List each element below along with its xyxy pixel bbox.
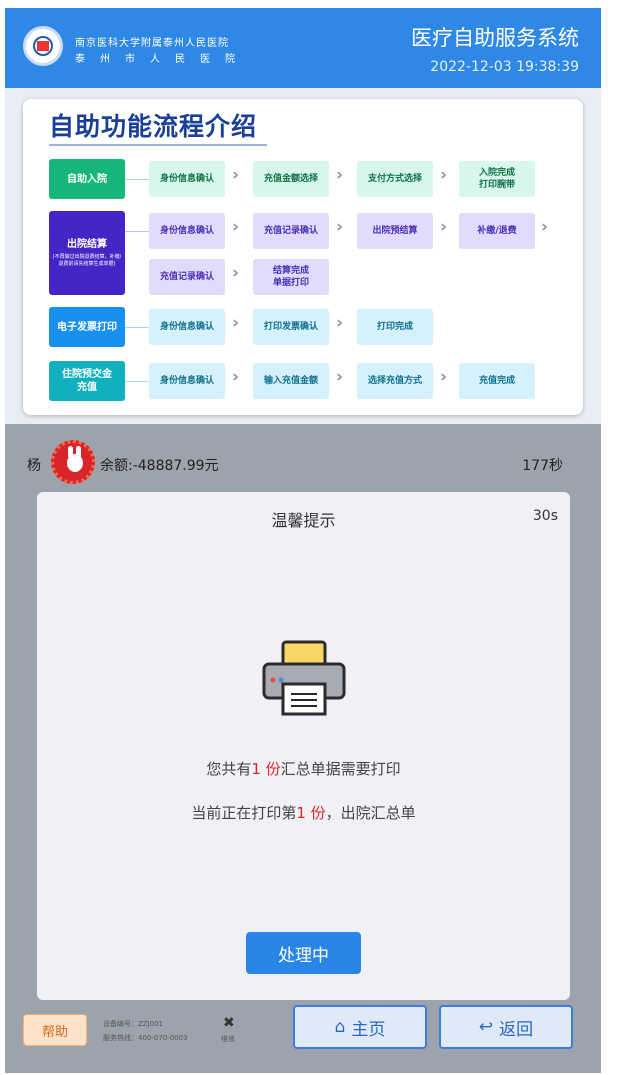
chevron-right-icon: › bbox=[541, 217, 549, 237]
step-identity-confirm: 身份信息确认 bbox=[149, 213, 225, 249]
print-count-message: 您共有1 份汇总单据需要打印 bbox=[206, 760, 401, 778]
repair-label: 维修 bbox=[221, 1035, 235, 1043]
device-number: 设备编号：ZZJ001 bbox=[103, 1020, 164, 1028]
chevron-right-icon: › bbox=[232, 165, 240, 185]
session-countdown: 177秒 bbox=[522, 458, 563, 474]
chevron-right-icon: › bbox=[232, 217, 240, 237]
step-input-amount: 输入充值金额 bbox=[253, 363, 329, 399]
service-hotline: 服务热线：400-070-0003 bbox=[103, 1034, 188, 1042]
step-recharge-method: 选择充值方式 bbox=[357, 363, 433, 399]
system-title: 医疗自助服务系统 bbox=[411, 26, 579, 50]
header-bar: 南京医科大学附属泰州人民医院 泰州市人民医院 医疗自助服务系统 2022-12-… bbox=[5, 8, 601, 88]
patient-name: 杨 bbox=[27, 458, 41, 474]
home-icon: ⌂ bbox=[334, 1017, 346, 1037]
category-invoice-print: 电子发票打印 bbox=[49, 307, 125, 347]
dialog-countdown: 30s bbox=[532, 508, 558, 524]
rabbit-avatar-icon bbox=[51, 440, 95, 484]
device-info: 设备编号：ZZJ001 服务热线：400-070-0003 bbox=[103, 1017, 188, 1045]
dialog-title: 温馨提示 bbox=[271, 511, 336, 530]
chevron-right-icon: › bbox=[440, 165, 448, 185]
category-discharge: 出院结算 (不再做过出院退费结算，补缴/退费前请先结算生成单据) bbox=[49, 211, 125, 295]
chevron-right-icon: › bbox=[232, 313, 240, 333]
chevron-right-icon: › bbox=[336, 217, 344, 237]
step-admission-done: 入院完成 打印腕带 bbox=[459, 161, 535, 197]
hospital-name: 南京医科大学附属泰州人民医院 bbox=[75, 38, 229, 49]
kiosk-screen: 南京医科大学附属泰州人民医院 泰州市人民医院 医疗自助服务系统 2022-12-… bbox=[5, 8, 601, 1073]
chevron-right-icon: › bbox=[232, 263, 240, 283]
hospital-sub-name: 泰州市人民医院 bbox=[75, 54, 250, 65]
step-identity-confirm: 身份信息确认 bbox=[149, 363, 225, 399]
wrench-icon[interactable]: ✖ bbox=[223, 1015, 235, 1031]
flow-title: 自助功能流程介绍 bbox=[49, 112, 258, 141]
footer-bar: 帮助 设备编号：ZZJ001 服务热线：400-070-0003 ✖ 维修 ⌂ … bbox=[5, 1003, 601, 1073]
step-payment-method: 支付方式选择 bbox=[357, 161, 433, 197]
print-progress-message: 当前正在打印第1 份，出院汇总单 bbox=[191, 804, 416, 822]
step-pre-settlement: 出院预结算 bbox=[357, 213, 433, 249]
flow-intro-card: 自助功能流程介绍 自助入院 身份信息确认 › 充值金额选择 › 支付方式选择 ›… bbox=[23, 99, 583, 415]
chevron-right-icon: › bbox=[440, 367, 448, 387]
step-recharge-record-2: 充值记录确认 bbox=[149, 259, 225, 295]
chevron-right-icon: › bbox=[440, 217, 448, 237]
home-button[interactable]: ⌂ 主页 bbox=[293, 1005, 427, 1049]
category-admission: 自助入院 bbox=[49, 159, 125, 199]
step-invoice-confirm: 打印发票确认 bbox=[253, 309, 329, 345]
processing-button[interactable]: 处理中 bbox=[246, 932, 361, 974]
step-identity-confirm: 身份信息确认 bbox=[149, 161, 225, 197]
step-refund: 补缴/退费 bbox=[459, 213, 535, 249]
hospital-logo bbox=[23, 26, 63, 66]
step-print-done: 打印完成 bbox=[357, 309, 433, 345]
datetime: 2022-12-03 19:38:39 bbox=[430, 59, 579, 75]
category-deposit-recharge: 住院预交金 充值 bbox=[49, 361, 125, 401]
print-dialog: 温馨提示 30s 您共有1 份汇总单据需要打印 当前正在打印第1 份，出院汇总单… bbox=[37, 492, 570, 1000]
printer-icon bbox=[262, 640, 346, 716]
back-button[interactable]: ↩ 返回 bbox=[439, 1005, 573, 1049]
patient-balance: 余额:-48887.99元 bbox=[100, 458, 219, 474]
step-recharge-done: 充值完成 bbox=[459, 363, 535, 399]
help-button[interactable]: 帮助 bbox=[23, 1014, 87, 1046]
chevron-right-icon: › bbox=[232, 367, 240, 387]
step-identity-confirm: 身份信息确认 bbox=[149, 309, 225, 345]
title-divider bbox=[49, 144, 267, 146]
step-recharge-record: 充值记录确认 bbox=[253, 213, 329, 249]
chevron-right-icon: › bbox=[336, 165, 344, 185]
back-arrow-icon: ↩ bbox=[478, 1017, 494, 1037]
chevron-right-icon: › bbox=[336, 367, 344, 387]
chevron-right-icon: › bbox=[336, 313, 344, 333]
step-settlement-print: 结算完成 单据打印 bbox=[253, 259, 329, 295]
step-amount-select: 充值金额选择 bbox=[253, 161, 329, 197]
